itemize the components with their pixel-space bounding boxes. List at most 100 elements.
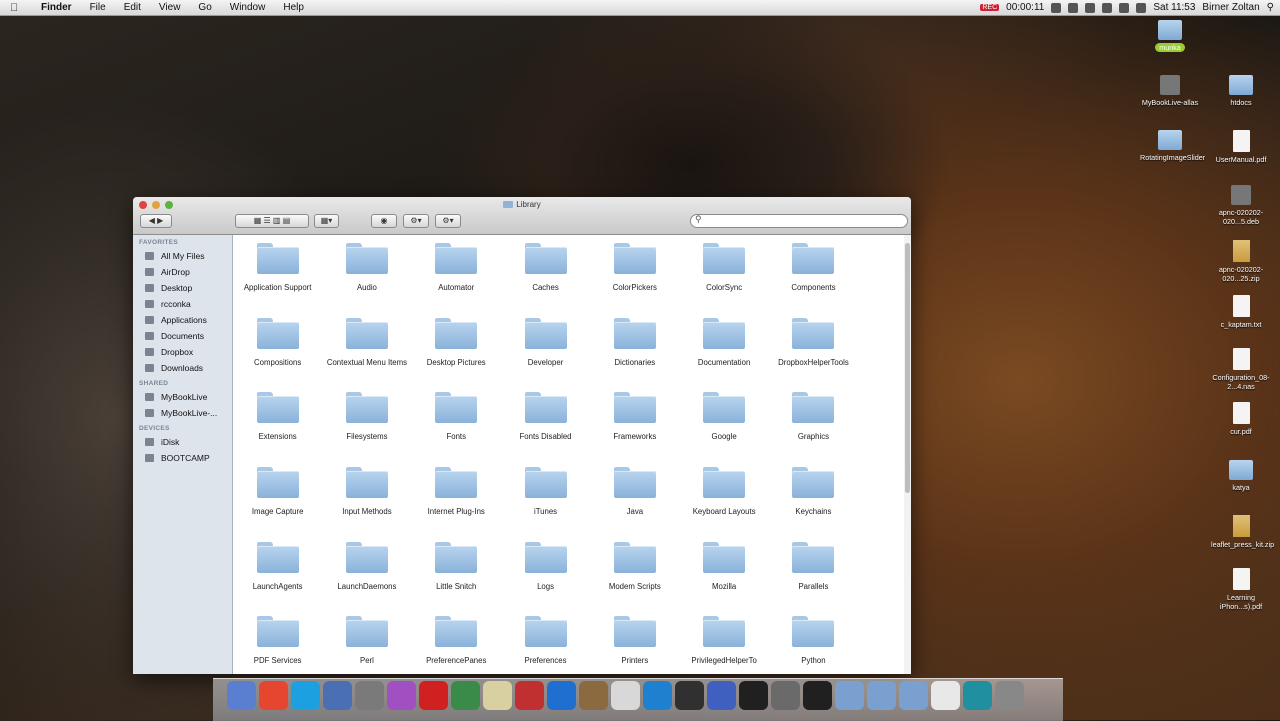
folder-icon[interactable] <box>524 243 567 274</box>
documents-stack-icon[interactable] <box>867 681 896 710</box>
folder-icon[interactable] <box>256 467 299 499</box>
folder-icon[interactable] <box>524 317 567 349</box>
folder-icon[interactable] <box>524 541 567 573</box>
quick-look-button[interactable]: ◉ <box>371 214 397 228</box>
sidebar-item-mybooklive[interactable]: MyBookLive-... <box>133 405 232 421</box>
folder-item[interactable]: iTunes <box>501 465 590 540</box>
calendar-icon[interactable] <box>515 681 544 710</box>
search-input[interactable]: ⚲ <box>690 214 908 228</box>
dropbox-icon[interactable] <box>1068 2 1079 13</box>
menu-file[interactable]: File <box>81 0 115 15</box>
back-forward-button[interactable]: ◀ ▶ <box>140 214 172 228</box>
folder-icon[interactable] <box>345 541 388 573</box>
firefox-icon[interactable] <box>387 681 416 710</box>
folder-item[interactable]: Developer <box>501 316 590 391</box>
folder-icon[interactable] <box>524 392 567 424</box>
folder-item[interactable]: DropboxHelperTools <box>769 316 858 391</box>
folder-item[interactable]: Documentation <box>679 316 768 391</box>
recording-icon[interactable]: REC <box>980 4 1000 11</box>
sidebar-item-applications[interactable]: Applications <box>133 312 232 328</box>
folder-icon[interactable] <box>345 243 388 274</box>
utility-icon[interactable] <box>611 681 640 710</box>
folder-item[interactable]: Automator <box>412 241 501 316</box>
folder-item[interactable]: Java <box>590 465 679 540</box>
skype-icon[interactable] <box>291 681 320 710</box>
view-mode-buttons[interactable]: ▦ ☰ ▥ ▤ <box>235 214 309 228</box>
desktop-item-configuration-08-2-4-nas[interactable]: Configuration_08-2...4.nas <box>1211 348 1271 391</box>
folder-item[interactable]: Keyboard Layouts <box>679 465 768 540</box>
folder-icon[interactable] <box>524 467 567 499</box>
terminal-icon[interactable] <box>803 681 832 710</box>
folder-icon[interactable] <box>792 392 835 424</box>
sidebar-item-documents[interactable]: Documents <box>133 328 232 344</box>
folder-item[interactable]: Dictionaries <box>590 316 679 391</box>
itunes-icon[interactable] <box>643 681 672 710</box>
vertical-scrollbar[interactable] <box>904 235 911 674</box>
sidebar-item-dropbox[interactable]: Dropbox <box>133 344 232 360</box>
finder-icon[interactable] <box>227 681 256 710</box>
filezilla-icon[interactable] <box>419 681 448 710</box>
title-bar[interactable]: Library ◀ ▶ ▦ ☰ ▥ ▤ ▦▾ ◉ ⚙▾ ⚙▾ ⚲ <box>133 197 911 235</box>
folder-icon[interactable] <box>792 541 835 573</box>
stamp-icon[interactable] <box>451 681 480 710</box>
folder-icon[interactable] <box>345 317 388 349</box>
sidebar-item-downloads[interactable]: Downloads <box>133 360 232 376</box>
folder-item[interactable]: Perl <box>322 614 411 674</box>
folder-item[interactable]: Parallels <box>769 540 858 615</box>
folder-item[interactable]: Google <box>679 390 768 465</box>
folder-item[interactable]: Graphics <box>769 390 858 465</box>
desktop-item-munka[interactable]: munka <box>1140 20 1200 52</box>
desktop-item-apnc-020202-020-5-deb[interactable]: apnc-020202-020...5.deb <box>1211 185 1271 226</box>
folder-icon[interactable] <box>703 467 746 499</box>
menu-app-finder[interactable]: Finder <box>32 0 81 15</box>
folder-item[interactable]: Preferences <box>501 614 590 674</box>
folder-icon[interactable] <box>435 392 478 424</box>
folder-icon[interactable] <box>792 243 835 274</box>
folder-icon[interactable] <box>613 317 656 349</box>
folder-icon[interactable] <box>613 467 656 499</box>
activity-monitor-icon[interactable] <box>739 681 768 710</box>
files-stack-icon[interactable] <box>931 681 960 710</box>
clock[interactable]: Sat 11:53 <box>1153 2 1195 13</box>
safari-icon[interactable] <box>355 681 384 710</box>
folder-item[interactable]: Audio <box>322 241 411 316</box>
folder-item[interactable]: Modem Scripts <box>590 540 679 615</box>
apps-stack-icon[interactable] <box>835 681 864 710</box>
desktop-item-mybooklive-allas[interactable]: MyBookLive-allas <box>1140 75 1200 107</box>
folder-item[interactable]: PreferencePanes <box>412 614 501 674</box>
folder-icon[interactable] <box>435 616 478 648</box>
sidebar-item-airdrop[interactable]: AirDrop <box>133 264 232 280</box>
folder-icon[interactable] <box>613 392 656 424</box>
menu-edit[interactable]: Edit <box>115 0 150 15</box>
time-machine-icon[interactable] <box>1102 2 1113 13</box>
bluetooth-icon[interactable] <box>1085 2 1096 13</box>
folder-item[interactable]: Internet Plug-Ins <box>412 465 501 540</box>
folder-icon[interactable] <box>792 616 835 648</box>
sidebar-item-all-my-files[interactable]: All My Files <box>133 248 232 264</box>
folder-item[interactable]: LaunchAgents <box>233 540 322 615</box>
folder-icon[interactable] <box>345 392 388 424</box>
action-gear-button[interactable]: ⚙▾ <box>403 214 429 228</box>
volume-icon[interactable] <box>1136 2 1147 13</box>
folder-item[interactable]: ColorSync <box>679 241 768 316</box>
desktop-item-learning-iphon-s-pdf[interactable]: Learning iPhon...s).pdf <box>1211 568 1271 611</box>
desktop-item-leaflet-press-kit-zip[interactable]: leaflet_press_kit.zip <box>1211 515 1274 549</box>
folder-icon[interactable] <box>613 616 656 648</box>
menu-window[interactable]: Window <box>221 0 275 15</box>
sidebar-item-desktop[interactable]: Desktop <box>133 280 232 296</box>
wifi-icon[interactable] <box>1119 2 1130 13</box>
folder-item[interactable]: Caches <box>501 241 590 316</box>
photos-icon[interactable] <box>579 681 608 710</box>
folder-item[interactable]: Mozilla <box>679 540 768 615</box>
folder-item[interactable]: Frameworks <box>590 390 679 465</box>
folder-icon[interactable] <box>703 243 746 274</box>
folder-item[interactable]: PrivilegedHelperTo <box>679 614 768 674</box>
dropbox-share-button[interactable]: ⚙▾ <box>435 214 461 228</box>
folder-icon[interactable] <box>435 467 478 499</box>
folder-item[interactable]: Image Capture <box>233 465 322 540</box>
arrange-button[interactable]: ▦▾ <box>314 214 339 228</box>
folder-item[interactable]: Python <box>769 614 858 674</box>
folder-item[interactable]: Fonts Disabled <box>501 390 590 465</box>
apple-icon[interactable]:  <box>10 2 22 14</box>
folder-item[interactable]: Printers <box>590 614 679 674</box>
